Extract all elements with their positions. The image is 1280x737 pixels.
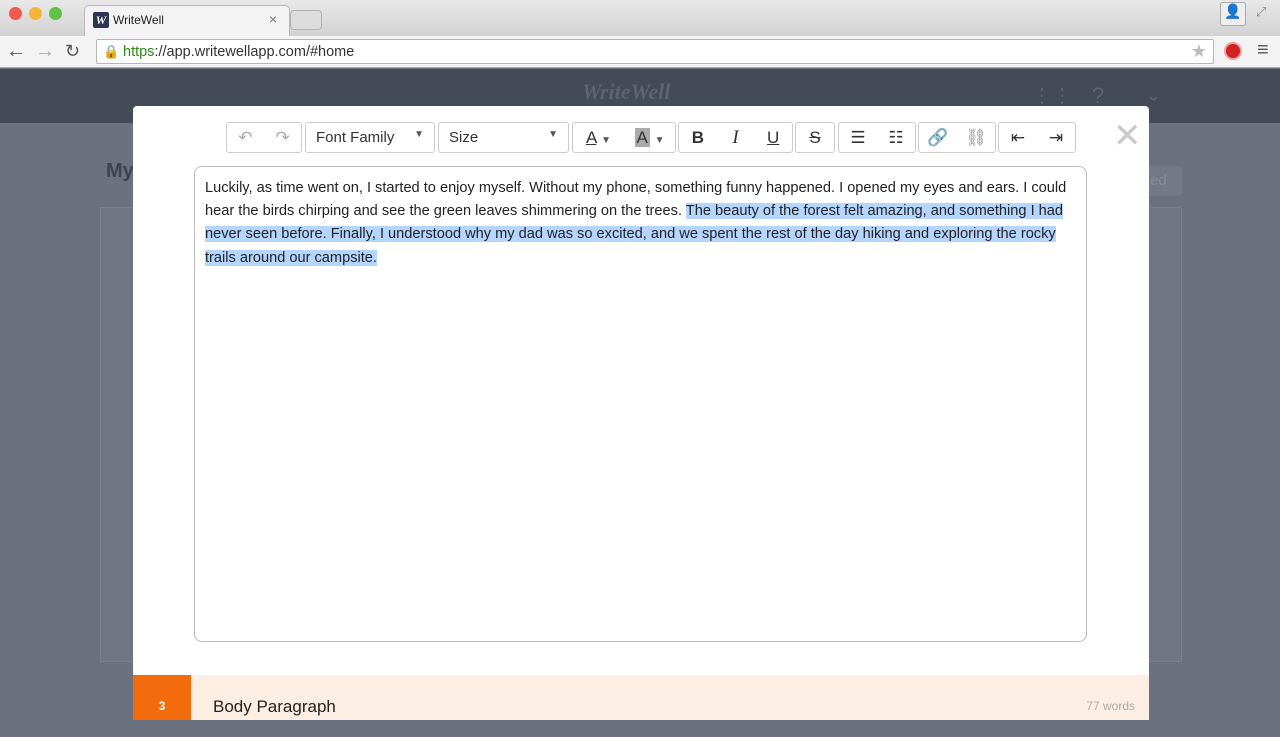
profile-icon[interactable]: 👤 [1220, 2, 1246, 26]
underline-button[interactable]: U [754, 128, 792, 148]
menu-icon[interactable]: ≡ [1257, 39, 1269, 62]
word-count: 77 words [1086, 699, 1135, 713]
bookmark-star-icon[interactable]: ★ [1191, 41, 1207, 62]
url-text: https://app.writewellapp.com/#home [123, 44, 354, 60]
font-color-button[interactable]: A ▼ [573, 128, 624, 148]
reload-icon[interactable]: ↻ [65, 41, 80, 62]
highlight-icon: A [634, 127, 650, 147]
tab-close-icon[interactable]: × [269, 11, 277, 27]
list-group: ☰ ☷ [838, 122, 916, 153]
browser-tab[interactable]: W WriteWell × [84, 5, 290, 36]
address-toolbar: ← → ↻ 🔒 https://app.writewellapp.com/#ho… [0, 36, 1280, 68]
lock-icon: 🔒 [103, 44, 120, 59]
indent-icon[interactable]: ⇥ [1037, 128, 1075, 148]
strike-group: S [795, 122, 835, 153]
history-group: ↶ ↷ [226, 122, 302, 153]
fullscreen-icon[interactable]: ⤢ [1256, 4, 1266, 20]
chevron-down-icon[interactable]: ⌄ [1146, 85, 1161, 106]
close-icon[interactable]: ✕ [1113, 116, 1142, 156]
editor-modal: ↶ ↷ Font Family ▼ Size ▼ A ▼ A ▼ B I U S ☰… [133, 106, 1149, 720]
url-path: ://app.writewellapp.com/#home [154, 44, 355, 60]
link-group: 🔗 ⛓ [918, 122, 996, 153]
format-group: B I U [678, 122, 793, 153]
undo-icon[interactable]: ↶ [227, 128, 264, 148]
page-title: My [106, 160, 134, 182]
indent-group: ⇤ ⇥ [998, 122, 1076, 153]
section-number-badge: 3 [133, 675, 191, 720]
link-icon[interactable]: 🔗 [919, 128, 957, 148]
redo-icon[interactable]: ↷ [264, 128, 301, 148]
writewell-favicon: W [93, 12, 109, 28]
forward-icon[interactable]: → [35, 40, 55, 63]
apps-grid-icon[interactable]: ⋮⋮ [1032, 83, 1072, 108]
text-editor[interactable]: Luckily, as time went on, I started to e… [194, 166, 1087, 642]
italic-button[interactable]: I [717, 127, 755, 149]
highlight-color-button[interactable]: A ▼ [624, 127, 675, 148]
tab-title: WriteWell [113, 13, 164, 27]
caret-down-icon: ▼ [414, 129, 424, 140]
font-color-icon: A [585, 127, 597, 147]
app-logo: WriteWell [582, 79, 671, 104]
unlink-icon[interactable]: ⛓ [957, 128, 995, 148]
bullet-list-icon[interactable]: ☰ [839, 128, 877, 148]
section-title: Body Paragraph [213, 697, 336, 716]
adblock-extension-icon[interactable] [1224, 42, 1242, 60]
caret-down-icon: ▼ [548, 129, 558, 140]
section-footer[interactable]: 3 Body Paragraph 77 words [133, 675, 1149, 720]
color-group: A ▼ A ▼ [572, 122, 676, 153]
browser-tab-bar: W WriteWell × 👤 ⤢ [0, 0, 1280, 36]
back-icon[interactable]: ← [6, 40, 26, 63]
url-scheme: https [123, 44, 155, 60]
font-family-select[interactable]: Font Family ▼ [305, 122, 435, 153]
size-select[interactable]: Size ▼ [438, 122, 569, 153]
url-input[interactable]: 🔒 https://app.writewellapp.com/#home ★ [96, 39, 1214, 64]
numbered-list-icon[interactable]: ☷ [877, 128, 915, 148]
new-tab-button[interactable] [290, 10, 322, 30]
strikethrough-button[interactable]: S [796, 128, 834, 148]
minimize-window-button[interactable] [29, 7, 42, 20]
font-family-label: Font Family [316, 129, 395, 146]
bold-button[interactable]: B [679, 128, 717, 148]
zoom-window-button[interactable] [49, 7, 62, 20]
outdent-icon[interactable]: ⇤ [999, 128, 1037, 148]
close-window-button[interactable] [9, 7, 22, 20]
size-label: Size [449, 129, 479, 146]
